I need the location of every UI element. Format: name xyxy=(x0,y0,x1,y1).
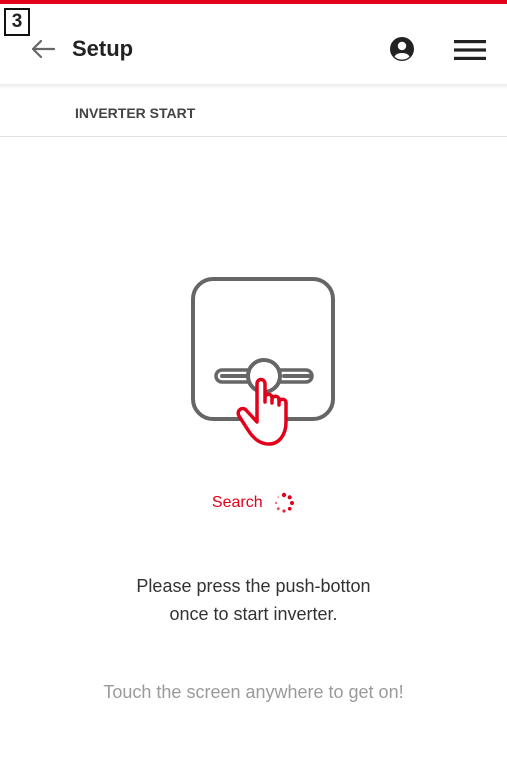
page-title: Setup xyxy=(72,36,134,61)
push-button-hand-icon xyxy=(191,277,335,446)
menu-icon[interactable] xyxy=(454,40,486,60)
spinner-icon xyxy=(274,492,295,513)
section-header: INVERTER START xyxy=(0,84,507,137)
step-badge: 3 xyxy=(4,8,30,36)
instruction-line-2: once to start inverter. xyxy=(169,604,338,624)
back-arrow-icon[interactable] xyxy=(30,38,56,60)
search-label: Search xyxy=(211,494,263,511)
touch-hint[interactable]: Touch the screen anywhere to get on! xyxy=(0,682,507,703)
instruction-line-1: Please press the push-botton xyxy=(136,576,371,596)
section-title: INVERTER START xyxy=(75,105,196,121)
app-bar: Setup xyxy=(0,4,507,84)
instruction-text: Please press the push-botton once to sta… xyxy=(0,572,507,628)
search-status: Search xyxy=(0,492,507,514)
user-icon[interactable] xyxy=(390,37,414,61)
